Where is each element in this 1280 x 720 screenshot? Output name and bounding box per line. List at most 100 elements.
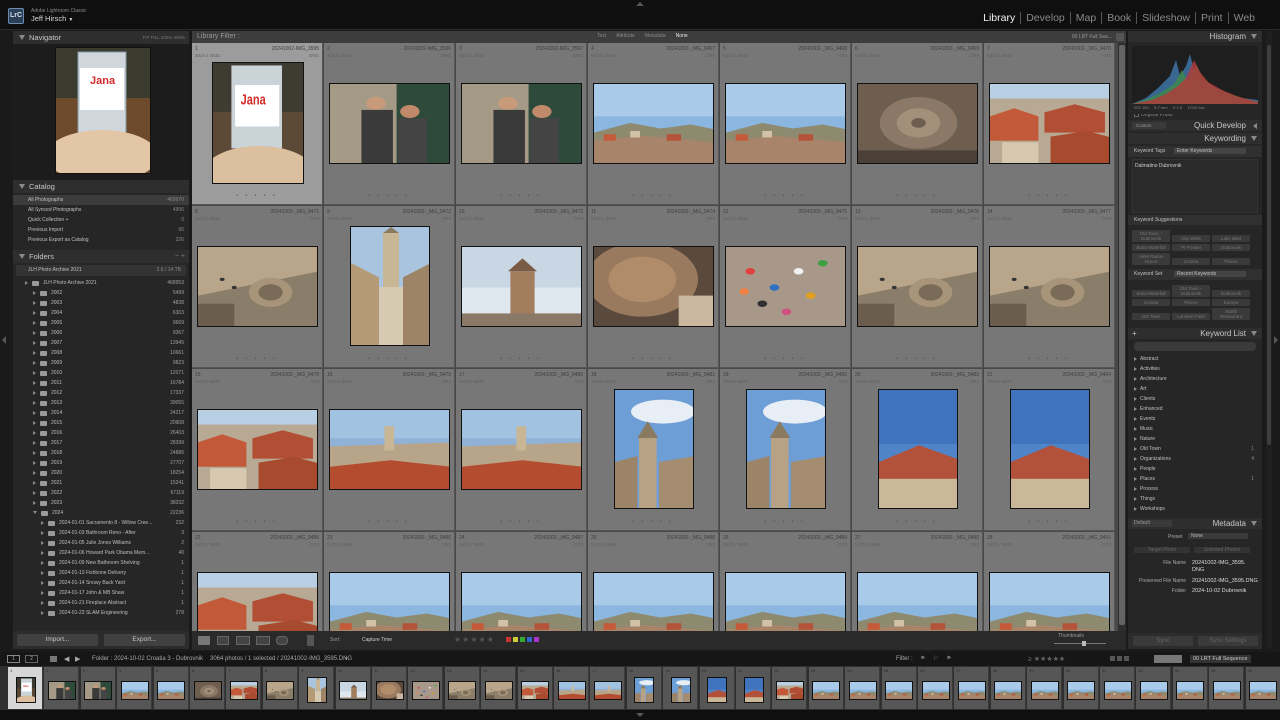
filmstrip-thumb[interactable]: 16 — [554, 667, 589, 709]
expand-icon[interactable] — [33, 421, 36, 425]
keyword-list-item[interactable]: People — [1128, 464, 1262, 474]
people-view-icon[interactable] — [276, 636, 288, 645]
cell-thumbnail[interactable] — [745, 389, 826, 509]
volume-row[interactable]: JLH Photo Archive 2021 2.6 / 14 TB — [16, 265, 186, 276]
rating-dots[interactable]: • • • • • — [852, 519, 982, 525]
filmstrip-thumb[interactable]: 18 — [626, 667, 662, 709]
expand-icon[interactable] — [41, 591, 44, 595]
keyword-filter[interactable] — [1134, 342, 1256, 351]
module-book[interactable]: Book — [1101, 12, 1136, 24]
collapse-bottom-icon[interactable] — [636, 713, 644, 717]
survey-view-icon[interactable] — [256, 636, 270, 645]
keyword-set-item[interactable]: Old Town – Dubrovnik — [1172, 285, 1210, 297]
filmstrip-thumb[interactable]: 27 — [954, 667, 990, 709]
grid-cell[interactable]: 2 20241002-IMG_3596 4032 x 3024 DNG • • • • … — [324, 43, 455, 205]
keyword-list-item[interactable]: Nature — [1128, 434, 1262, 444]
folder-year[interactable]: 2022 67119 — [13, 488, 189, 498]
filmstrip-thumb[interactable]: 7 — [226, 667, 262, 709]
cell-thumbnail[interactable] — [593, 82, 714, 164]
folder-root[interactable]: JLH Photo Archive 2021 468953 — [13, 278, 189, 288]
folder-year[interactable]: 2012 17337 — [13, 388, 189, 398]
catalog-item[interactable]: Quick Collection + 0 — [13, 215, 189, 225]
grid-cell[interactable]: 3 20241002-IMG_3597 4032 x 3024 DNG • • • • … — [456, 43, 587, 205]
keyword-list-item[interactable]: Art — [1128, 384, 1262, 394]
filmstrip-color-filter[interactable] — [1110, 656, 1129, 661]
keyword-set-item[interactable]: Europe — [1212, 299, 1250, 306]
expand-icon[interactable] — [33, 351, 36, 355]
filmstrip-rating-filter[interactable]: ≥ ★★★★★ — [1028, 655, 1065, 663]
keyword-list-header[interactable]: + Keyword List — [1128, 328, 1262, 339]
rating-dots[interactable]: • • • • • — [456, 356, 586, 362]
keyword-list-item[interactable]: Old Town 1 — [1128, 444, 1262, 454]
folder-year[interactable]: 2024 22236 — [13, 508, 189, 518]
navigator-zoom-options[interactable]: FIT FILL 100% 300% — [143, 31, 185, 44]
filter-tab-attribute[interactable]: Attribute — [616, 33, 635, 39]
quick-develop-row[interactable]: Custom Quick Develop — [1128, 120, 1262, 131]
right-scrollbar[interactable] — [1266, 31, 1272, 649]
subfolder[interactable]: 2024-01-23 SLAM Engineering 278 — [13, 608, 189, 618]
filmstrip-thumb[interactable]: 3 — [80, 667, 116, 709]
cell-thumbnail[interactable] — [613, 389, 694, 509]
keyword-set-item[interactable]: Croatia — [1132, 299, 1170, 306]
loupe-view-icon[interactable] — [217, 636, 229, 645]
keyword-tags-select[interactable]: Enter Keywords — [1174, 148, 1246, 154]
cell-thumbnail[interactable] — [197, 408, 318, 490]
catalog-header[interactable]: Catalog — [13, 180, 189, 193]
folder-year[interactable]: 2021 15241 — [13, 478, 189, 488]
expand-icon[interactable] — [33, 391, 36, 395]
expand-icon[interactable] — [33, 431, 36, 435]
rating-dots[interactable]: • • • • • — [456, 193, 586, 199]
rating-dots[interactable]: • • • • • — [324, 356, 454, 362]
flag-filter-icons[interactable]: ⚑ ⚐ ⚑ — [920, 655, 954, 662]
keyword-list-item[interactable]: Workshops — [1128, 504, 1262, 514]
folder-year[interactable]: 2015 20908 — [13, 418, 189, 428]
expand-icon[interactable] — [41, 611, 44, 615]
keyword-suggestion[interactable]: Buka Waterfall — [1132, 244, 1170, 251]
export-button[interactable]: Export... — [104, 634, 185, 646]
filmstrip-thumb[interactable]: 33 — [1172, 667, 1208, 709]
expand-icon[interactable] — [33, 481, 36, 485]
keyword-list-item[interactable]: Music — [1128, 424, 1262, 434]
subfolder[interactable]: 2024-01-21 Fireplace Abstract 1 — [13, 598, 189, 608]
cell-thumbnail[interactable] — [197, 245, 318, 327]
keyword-suggestion[interactable]: City Walls — [1172, 235, 1210, 242]
compare-view-icon[interactable] — [236, 636, 250, 645]
filmstrip-thumb[interactable]: 8 — [262, 667, 298, 709]
add-keyword-icon[interactable]: + — [1132, 328, 1137, 339]
cell-thumbnail[interactable] — [989, 571, 1110, 639]
subfolder[interactable]: 2024-01-05 Julie Jones Williams 2 — [13, 538, 189, 548]
keyword-set-item[interactable]: Lambert Field — [1172, 313, 1210, 320]
cell-thumbnail[interactable] — [989, 82, 1110, 164]
keyword-set-item[interactable]: Places — [1172, 299, 1210, 306]
folder-year[interactable]: 2010 12071 — [13, 368, 189, 378]
cell-thumbnail[interactable] — [197, 571, 318, 639]
selected-photos-button[interactable]: Selected Photos — [1194, 547, 1250, 553]
filmstrip-thumb[interactable]: 31 — [1100, 667, 1135, 709]
expand-icon[interactable] — [41, 541, 44, 545]
rating-dots[interactable]: • • • • • — [456, 519, 586, 525]
thumbnail-slider-handle[interactable] — [1082, 641, 1086, 646]
filmstrip-thumb[interactable]: 30 — [1063, 667, 1099, 709]
cell-thumbnail[interactable] — [857, 82, 978, 164]
subfolder[interactable]: 2024-01-17 John & MB Shaw 1 — [13, 588, 189, 598]
catalog-item[interactable]: Previous Import 66 — [13, 225, 189, 235]
cell-thumbnail[interactable] — [349, 226, 430, 346]
grid-cell[interactable]: 2320241002-_MG_94865472 x 3648CR3• • • •… — [324, 532, 455, 639]
rating-dots[interactable]: • • • • • — [588, 193, 718, 199]
chevron-down-icon[interactable]: ▾ — [345, 656, 348, 662]
keyword-list-item[interactable]: Activities — [1128, 364, 1262, 374]
folder-year[interactable]: 2016 26403 — [13, 428, 189, 438]
grid-cell[interactable]: 1 20241002-IMG_3595 3024 x 4032 DNG Jana • • … — [192, 43, 323, 205]
cell-thumbnail[interactable] — [593, 571, 714, 639]
subfolder[interactable]: 2024-01-01 Sacramento 8 - Willow Cree...… — [13, 518, 189, 528]
keyword-suggestion[interactable]: Hotel Radon Airport — [1132, 253, 1170, 265]
expand-icon[interactable] — [33, 441, 36, 445]
keyword-list-item[interactable]: Places 1 — [1128, 474, 1262, 484]
grid-cell[interactable]: 6 20241002-_MG_9469 5472 x 3648 CR3 • • • • … — [852, 43, 983, 205]
grid-cell[interactable]: 11 20241002-_MG_9474 5472 x 3648 CR3 • • • •… — [588, 206, 719, 368]
cell-thumbnail[interactable] — [725, 82, 846, 164]
filmstrip-thumb[interactable]: 17 — [590, 667, 626, 709]
filmstrip-thumb[interactable]: 20 — [699, 667, 735, 709]
keyword-text-area[interactable]: Dalmatino Dubrovnik — [1132, 159, 1258, 213]
filmstrip-preset[interactable]: 00 LRT Full Sequence — [1190, 655, 1251, 663]
